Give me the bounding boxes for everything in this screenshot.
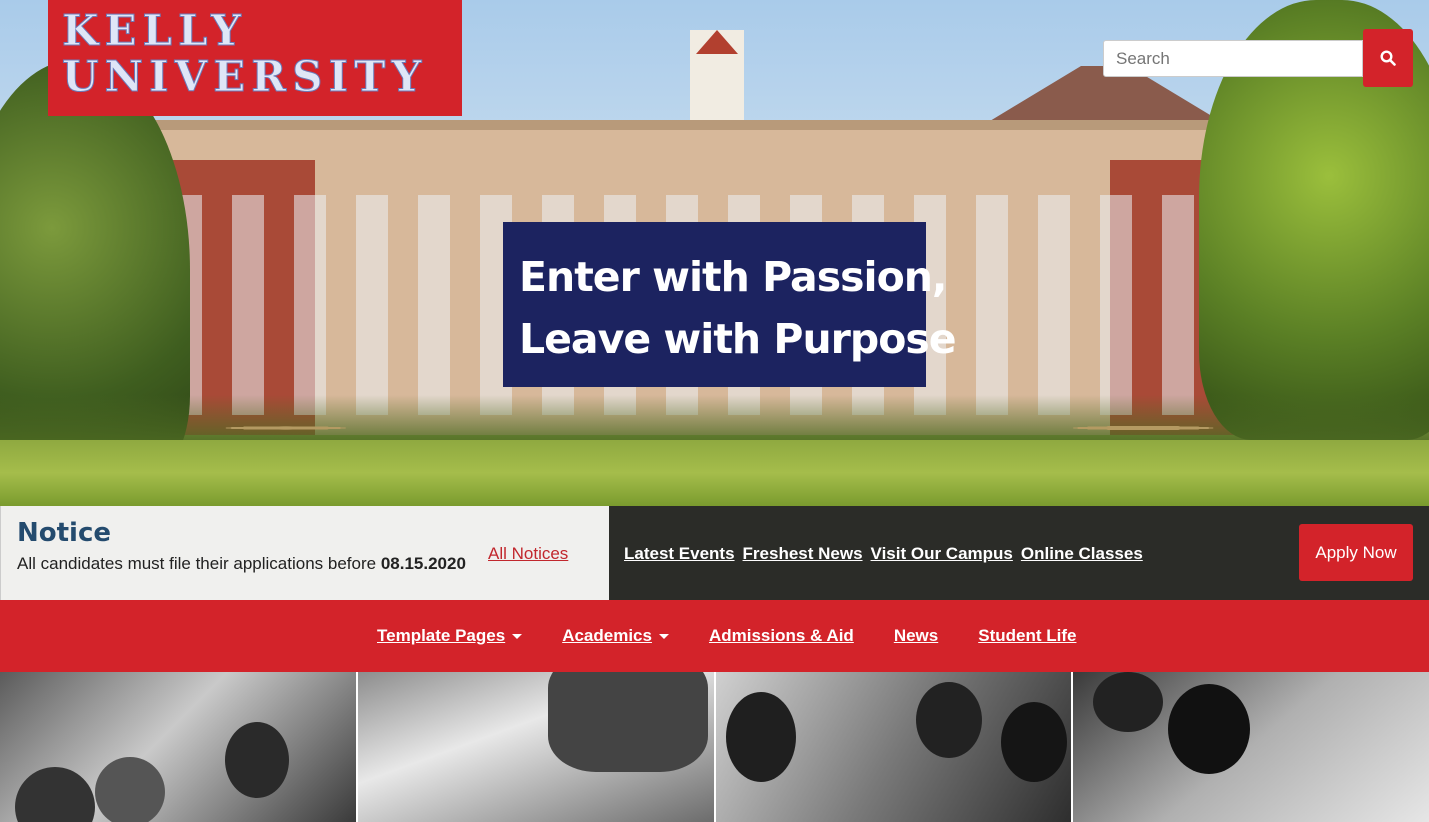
- quick-links: Latest Events Freshest News Visit Our Ca…: [624, 544, 1143, 564]
- hero-tagline: Enter with Passion, Leave with Purpose: [503, 222, 957, 387]
- notice-date: 08.15.2020: [380, 554, 466, 573]
- notice-panel: Notice All candidates must file their ap…: [0, 506, 609, 600]
- tagline-line-1: Enter with Passion,: [519, 253, 948, 301]
- nav-item-template-pages[interactable]: Template Pages: [377, 626, 523, 646]
- main-nav: Template Pages Academics Admissions & Ai…: [0, 600, 1429, 672]
- search-icon: [1380, 50, 1396, 66]
- nav-item-student-life[interactable]: Student Life: [978, 626, 1076, 646]
- quick-links-bar: Latest Events Freshest News Visit Our Ca…: [609, 506, 1429, 600]
- nav-item-news[interactable]: News: [894, 626, 938, 646]
- caret-down-icon: [512, 633, 523, 639]
- nav-item-academics[interactable]: Academics: [562, 626, 669, 646]
- nav-item-label: News: [893, 626, 939, 645]
- lawn: [0, 440, 1429, 506]
- nav-item-label: Student Life: [978, 626, 1077, 645]
- quick-link-latest-events[interactable]: Latest Events: [624, 544, 735, 564]
- logo-line-1: KELLY: [62, 6, 247, 55]
- quick-link-online-classes[interactable]: Online Classes: [1021, 544, 1143, 564]
- notice-title: Notice: [17, 518, 112, 548]
- logo-line-2: UNIVERSITY: [62, 52, 428, 101]
- quick-link-freshest-news[interactable]: Freshest News: [743, 544, 863, 564]
- search-input[interactable]: [1103, 40, 1363, 77]
- search-button[interactable]: [1363, 29, 1413, 87]
- notice-text: All candidates must file their applicati…: [17, 554, 466, 574]
- photo-strip: [0, 672, 1429, 822]
- caret-down-icon: [658, 633, 669, 639]
- nav-item-label: Academics: [562, 626, 652, 645]
- notice-message: All candidates must file their applicati…: [17, 554, 377, 573]
- hero-banner: KELLY UNIVERSITY Enter with Passion, Lea…: [0, 0, 1429, 506]
- nav-item-admissions[interactable]: Admissions & Aid: [709, 626, 854, 646]
- photo-students-2[interactable]: [357, 672, 714, 822]
- photo-students-3[interactable]: [715, 672, 1072, 822]
- quick-link-visit-campus[interactable]: Visit Our Campus: [871, 544, 1013, 564]
- nav-item-label: Admissions & Aid: [708, 626, 854, 645]
- photo-students-1[interactable]: [0, 672, 356, 822]
- site-logo[interactable]: KELLY UNIVERSITY: [48, 0, 462, 116]
- apply-now-button[interactable]: Apply Now: [1299, 524, 1413, 581]
- photo-students-4[interactable]: [1073, 672, 1429, 822]
- tagline-line-2: Leave with Purpose: [519, 315, 957, 363]
- nav-list: Template Pages Academics Admissions & Ai…: [377, 626, 1076, 646]
- nav-item-label: Template Pages: [377, 626, 506, 645]
- all-notices-link[interactable]: All Notices: [488, 544, 568, 564]
